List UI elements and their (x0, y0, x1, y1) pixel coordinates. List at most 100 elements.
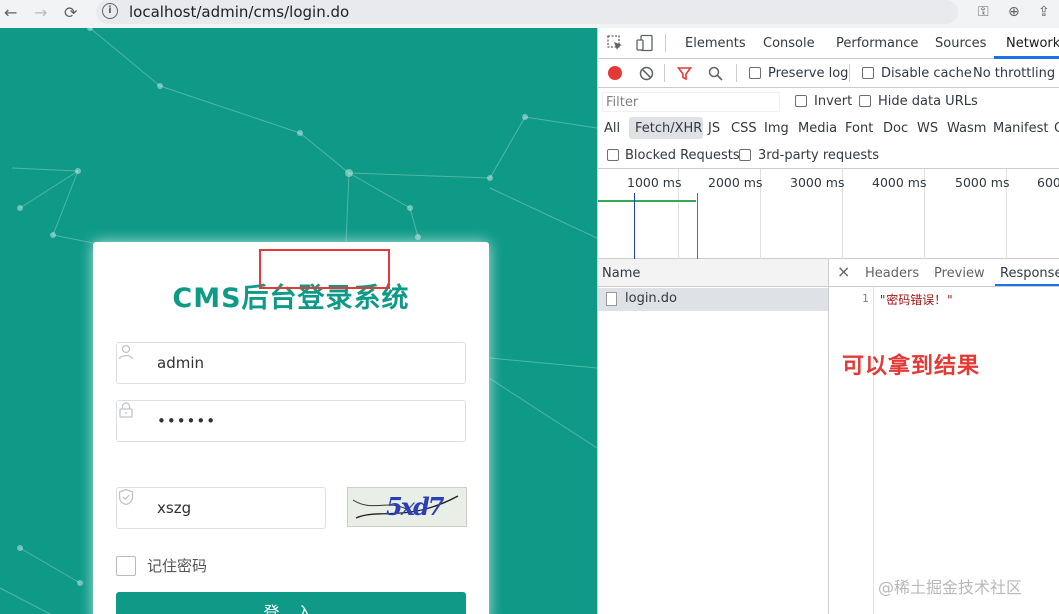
timeline-label: 4000 ms (872, 175, 927, 190)
username-field[interactable]: admin (116, 342, 466, 384)
tab-preview[interactable]: Preview (934, 266, 985, 282)
filter-row: Filter Invert Hide data URLs (598, 88, 1059, 116)
type-filter-manifest[interactable]: Manifest (993, 121, 1048, 137)
reload-icon[interactable]: ⟳ (64, 2, 77, 24)
preserve-log-checkbox[interactable] (749, 67, 761, 79)
document-icon (606, 292, 617, 306)
toolbar-separator (849, 64, 850, 82)
login-card: CMS后台登录系统 admin •••••• xszg 5xd7 记住密码 登 … (93, 242, 489, 614)
third-party-checkbox[interactable] (739, 149, 751, 161)
load-marker (697, 193, 698, 259)
browser-toolbar: ← → ⟳ i localhost/admin/cms/login.do ⚿ ⊕… (0, 0, 1059, 28)
hide-data-urls-label: Hide data URLs (878, 94, 978, 109)
key-icon[interactable]: ⚿ (978, 3, 989, 21)
search-icon[interactable] (708, 66, 723, 81)
device-toolbar-icon[interactable] (636, 34, 654, 52)
back-icon[interactable]: ← (4, 2, 17, 24)
shield-check-icon (118, 488, 134, 506)
line-gutter: 1 (829, 287, 874, 614)
watermark: @稀土掘金技术社区 (878, 578, 1023, 597)
type-filter-doc[interactable]: Doc (883, 121, 908, 137)
request-name: login.do (625, 291, 678, 306)
login-page: CMS后台登录系统 admin •••••• xszg 5xd7 记住密码 登 … (0, 28, 597, 614)
zoom-icon[interactable]: ⊕ (1008, 3, 1020, 21)
type-filter-fetch-xhr[interactable]: Fetch/XHR (635, 121, 702, 137)
remember-checkbox[interactable] (116, 556, 136, 576)
type-filter-img[interactable]: Img (764, 121, 789, 137)
toolbar-separator (736, 64, 737, 82)
timeline-label: 6000 (1037, 175, 1059, 190)
tab-performance[interactable]: Performance (836, 36, 918, 52)
type-filter-font[interactable]: Font (845, 121, 873, 137)
throttling-select[interactable]: No throttling (973, 66, 1055, 82)
tab-network[interactable]: Network (1006, 36, 1059, 52)
timeline-label: 1000 ms (627, 175, 682, 190)
invert-checkbox[interactable] (795, 95, 807, 107)
type-filter-css[interactable]: CSS (731, 121, 757, 137)
blocked-row: Blocked Requests 3rd-party requests (598, 142, 1059, 169)
tab-headers[interactable]: Headers (865, 266, 919, 282)
filter-icon[interactable] (677, 66, 692, 81)
captcha-value: xszg (157, 499, 192, 517)
close-icon[interactable]: × (837, 264, 850, 280)
disable-cache-label: Disable cache (881, 66, 972, 81)
response-body: "密码错误！" (879, 293, 954, 307)
third-party-label: 3rd-party requests (758, 148, 880, 163)
filter-input[interactable]: Filter (602, 92, 780, 112)
hide-data-urls-checkbox[interactable] (859, 95, 871, 107)
forward-icon[interactable]: → (34, 2, 47, 24)
type-filter-media[interactable]: Media (798, 121, 837, 137)
request-detail: × Headers Preview Response 1 "密码错误！" (829, 259, 1059, 614)
url-text[interactable]: localhost/admin/cms/login.do (129, 2, 349, 22)
lock-icon (119, 402, 133, 418)
invert-label: Invert (814, 94, 853, 109)
timeline-label: 2000 ms (708, 175, 763, 190)
password-value: •••••• (157, 412, 217, 430)
captcha-text: 5xd7 (386, 492, 444, 521)
tab-elements[interactable]: Elements (685, 36, 746, 52)
blocked-requests-checkbox[interactable] (607, 149, 619, 161)
record-icon[interactable] (608, 66, 622, 80)
clear-icon[interactable] (639, 66, 654, 81)
network-timeline[interactable]: 1000 ms 2000 ms 3000 ms 4000 ms 5000 ms … (598, 169, 1059, 259)
toolbar-separator (664, 64, 665, 82)
type-filter-js[interactable]: JS (708, 121, 720, 137)
annotation-text: 可以拿到结果 (842, 354, 981, 379)
username-value: admin (157, 354, 204, 372)
login-button[interactable]: 登 入 (116, 592, 466, 614)
inspect-element-icon[interactable] (607, 35, 623, 51)
type-filter-ws[interactable]: WS (917, 121, 938, 137)
timeline-label: 3000 ms (790, 175, 845, 190)
name-column-header[interactable]: Name (598, 259, 828, 287)
tab-console[interactable]: Console (763, 36, 815, 52)
dom-content-loaded-marker (634, 193, 635, 259)
blocked-requests-label: Blocked Requests (625, 148, 740, 163)
filter-placeholder: Filter (606, 95, 639, 110)
detail-tabbar: × Headers Preview Response (829, 259, 1059, 287)
type-filter-all[interactable]: All (604, 121, 620, 137)
annotation-highlight-box (259, 249, 390, 289)
disable-cache-checkbox[interactable] (862, 67, 874, 79)
captcha-image[interactable]: 5xd7 (347, 487, 467, 527)
timeline-request-bar (598, 200, 696, 202)
timeline-label: 5000 ms (955, 175, 1010, 190)
password-field[interactable]: •••••• (116, 400, 466, 442)
devtools-panel: Elements Console Performance Sources Net… (597, 28, 1059, 614)
type-filter-wasm[interactable]: Wasm (947, 121, 986, 137)
tab-sources[interactable]: Sources (935, 36, 986, 52)
active-detail-tab-indicator (995, 284, 1059, 286)
request-row[interactable]: login.do (598, 288, 828, 311)
line-number: 1 (862, 292, 869, 305)
type-filter-other[interactable]: O (1054, 121, 1059, 137)
request-list: Name login.do (598, 259, 829, 614)
captcha-field[interactable]: xszg (116, 487, 326, 529)
network-toolbar: Preserve log Disable cache No throttling (598, 59, 1059, 88)
remember-label: 记住密码 (147, 557, 208, 575)
share-icon[interactable]: ⇪ (1038, 3, 1050, 21)
tab-response[interactable]: Response (1000, 266, 1059, 282)
devtools-tabbar: Elements Console Performance Sources Net… (598, 28, 1059, 59)
site-info-icon[interactable]: i (102, 3, 118, 19)
address-bar[interactable]: i localhost/admin/cms/login.do ⚿ ⊕ ⇪ (96, 0, 1050, 24)
toolbar-separator (665, 34, 666, 52)
user-icon (118, 344, 134, 360)
